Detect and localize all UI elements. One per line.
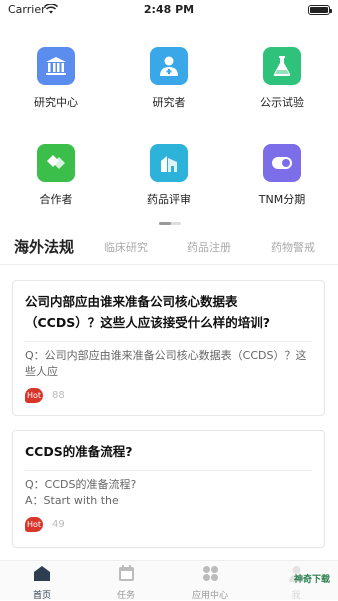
view-count: 49 bbox=[52, 519, 65, 530]
nav-app-center[interactable]: 应用中心 bbox=[180, 565, 240, 601]
qa-card-question: Q：CCDS的准备流程? bbox=[25, 478, 137, 491]
grid-item-label: TNM分期 bbox=[258, 193, 306, 206]
page-indicator bbox=[159, 222, 181, 225]
category-tabs: 海外法规 临床研究 药品注册 药物警戒 bbox=[0, 231, 338, 265]
hot-badge: Hot bbox=[25, 517, 43, 532]
watermark: 神奇下载 bbox=[293, 575, 330, 585]
battery-icon bbox=[308, 5, 332, 15]
grid-item-label: 研究中心 bbox=[34, 96, 78, 109]
app-grid: 研究中心 研究者 公示试验 合作者 药品评审 TNM分期 bbox=[0, 40, 338, 210]
qa-card-title: 公司内部应由谁来准备公司核心数据表（CCDS）？这些人应该接受什么样的培训? bbox=[25, 294, 270, 330]
grid-item-research-center[interactable]: 研究中心 bbox=[0, 40, 112, 110]
handshake-icon bbox=[37, 144, 75, 182]
grid-item-researcher[interactable]: 研究者 bbox=[113, 40, 225, 110]
nav-tasks[interactable]: 任务 bbox=[96, 565, 156, 601]
hot-badge: Hot bbox=[25, 388, 43, 403]
tab-drug-registration[interactable]: 药品注册 bbox=[187, 239, 231, 255]
tab-overseas-regulations[interactable]: 海外法规 bbox=[14, 236, 74, 257]
calendar-icon bbox=[118, 565, 135, 586]
grid-item-label: 药品评审 bbox=[147, 193, 191, 206]
grid-item-label: 公示试验 bbox=[260, 96, 304, 109]
building-icon bbox=[150, 144, 188, 182]
grid-item-label: 合作者 bbox=[39, 193, 73, 206]
tab-pharmacovigilance[interactable]: 药物警戒 bbox=[271, 239, 315, 255]
apps-icon bbox=[202, 566, 219, 586]
qa-card-question: Q：公司内部应由谁来准备公司核心数据表（CCDS）？这些人应 bbox=[25, 349, 307, 378]
home-icon bbox=[33, 566, 51, 586]
toggle-icon bbox=[263, 144, 301, 182]
nav-label: 我 bbox=[291, 591, 301, 601]
tab-clinical-research[interactable]: 临床研究 bbox=[104, 239, 148, 255]
grid-item-partners[interactable]: 合作者 bbox=[0, 137, 112, 207]
nav-label: 任务 bbox=[116, 591, 135, 601]
qa-card[interactable]: CCDS的准备流程? Q：CCDS的准备流程? A：Start with the… bbox=[12, 430, 325, 548]
grid-item-public-trials[interactable]: 公示试验 bbox=[226, 40, 338, 110]
flask-icon bbox=[263, 47, 301, 85]
qa-card-title: CCDS的准备流程? bbox=[25, 444, 133, 459]
grid-item-tnm-staging[interactable]: TNM分期 bbox=[226, 137, 338, 207]
view-count: 88 bbox=[52, 390, 65, 401]
clock: 2:48 PM bbox=[143, 3, 195, 16]
nav-home[interactable]: 首页 bbox=[12, 565, 72, 601]
status-bar: Carrier 2:48 PM bbox=[0, 0, 338, 20]
grid-item-drug-review[interactable]: 药品评审 bbox=[113, 137, 225, 207]
doctor-icon bbox=[150, 47, 188, 85]
nav-label: 首页 bbox=[32, 591, 51, 601]
qa-card[interactable]: 公司内部应由谁来准备公司核心数据表（CCDS）？这些人应该接受什么样的培训? Q… bbox=[12, 280, 325, 416]
institution-icon bbox=[37, 47, 75, 85]
grid-item-label: 研究者 bbox=[152, 96, 186, 109]
bottom-nav: 首页 任务 应用中心 我 bbox=[0, 560, 338, 601]
nav-label: 应用中心 bbox=[191, 591, 228, 601]
qa-card-answer: A：Start with the bbox=[25, 494, 119, 507]
